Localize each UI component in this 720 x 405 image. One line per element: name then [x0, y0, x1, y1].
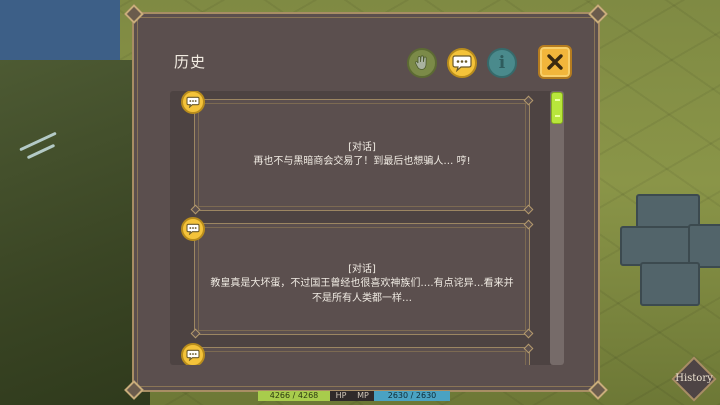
entry-corner — [523, 343, 534, 354]
entry-type-label: [对话] — [348, 264, 376, 275]
dialogue-badge-icon — [181, 343, 205, 365]
hand-tab[interactable] — [407, 48, 437, 78]
history-button-label: History — [675, 373, 713, 384]
history-dialog: 历史 i [对话] 再也不与黑暗商会交易了！到最后也想骗人… 哼! [对话] 教… — [124, 4, 608, 400]
hp-value: 4266 / 4268 — [258, 391, 330, 401]
entry-corner — [523, 95, 534, 106]
stone-tile — [640, 262, 700, 306]
history-entry: [对话] 教皇真是大坏蛋，不过国王曾经也很喜欢神族们….有点诧异…看来并不是所有… — [190, 219, 534, 339]
entry-corner — [523, 219, 534, 230]
history-entries: [对话] 再也不与黑暗商会交易了！到最后也想骗人… 哼! [对话] 教皇真是大坏… — [170, 91, 548, 365]
entry-type-label: [对话] — [348, 142, 376, 153]
close-button[interactable] — [538, 45, 572, 79]
speech-bubble-icon — [452, 55, 472, 72]
dialogue-tab[interactable] — [447, 48, 477, 78]
stone-tile — [620, 226, 694, 266]
thumb-arrow-icon — [555, 99, 560, 101]
info-tab[interactable]: i — [487, 48, 517, 78]
entry-corner — [190, 204, 201, 215]
cliff — [0, 60, 150, 405]
history-list[interactable]: [对话] 再也不与黑暗商会交易了！到最后也想骗人… 哼! [对话] 教皇真是大坏… — [170, 91, 564, 365]
entry-corner — [190, 328, 201, 339]
thumb-arrow-icon — [555, 115, 560, 117]
dialogue-badge-icon — [181, 91, 205, 114]
scroll-thumb[interactable] — [551, 92, 563, 124]
entry-text: 教皇真是大坏蛋，不过国王曾经也很喜欢神族们….有点诧异…看来并不是所有人类都一样… — [210, 278, 514, 304]
scrollbar[interactable] — [550, 91, 564, 365]
close-icon — [547, 54, 563, 70]
mp-label: MP — [352, 391, 374, 401]
history-entry: [对话] 再也不与黑暗商会交易了！到最后也想骗人… 哼! — [190, 95, 534, 215]
info-icon: i — [498, 53, 506, 73]
entry-corner — [523, 204, 534, 215]
dialogue-badge-icon — [181, 217, 205, 241]
mp-value: 2630 / 2630 — [374, 391, 450, 401]
hp-label: HP — [330, 391, 352, 401]
dialog-title: 历史 — [174, 53, 207, 71]
entry-text: 再也不与黑暗商会交易了！到最后也想骗人… 哼! — [253, 156, 471, 167]
entry-corner — [523, 328, 534, 339]
history-entry — [190, 343, 534, 365]
history-button[interactable]: History — [670, 355, 718, 403]
hand-icon — [415, 55, 427, 70]
status-bar: 4266 / 4268 HP MP 2630 / 2630 — [258, 391, 450, 401]
